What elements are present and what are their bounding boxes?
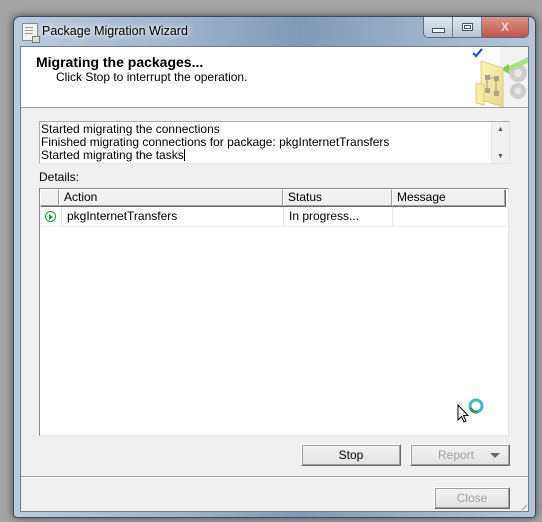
action-cell: pkgInternetTransfers (62, 207, 284, 226)
report-button[interactable]: Report (410, 444, 510, 466)
header-banner: Migrating the packages... Click Stop to … (21, 47, 528, 108)
column-header-status[interactable]: Status (283, 189, 392, 206)
window-title: Package Migration Wizard (42, 24, 188, 38)
chevron-down-icon (490, 453, 500, 458)
dialog-client: Migrating the packages... Click Stop to … (20, 46, 529, 512)
log-line: Started migrating the tasks (41, 149, 389, 162)
maximize-button[interactable] (453, 17, 482, 37)
progress-log-textbox[interactable]: Started migrating the connections Finish… (39, 121, 510, 164)
page-title: Migrating the packages... (36, 54, 204, 70)
caption-buttons: X (423, 17, 529, 38)
stop-button-label: Stop (338, 448, 364, 462)
scroll-down-arrow-icon[interactable]: ▼ (497, 153, 504, 160)
message-cell (393, 207, 505, 226)
wizard-window: Package Migration Wizard X Migrating the… (13, 16, 536, 518)
checkmark-icon (472, 48, 483, 58)
column-header-action[interactable]: Action (59, 189, 283, 206)
close-window-button[interactable]: X (482, 17, 528, 37)
log-line-text: Started migrating the tasks (41, 148, 184, 162)
maximize-icon (461, 23, 473, 31)
minimize-button[interactable] (424, 17, 453, 37)
details-grid[interactable]: Action Status Message pkgInternetTransfe… (39, 188, 509, 436)
wizard-package-gear-icon (472, 47, 528, 107)
status-cell: In progress... (284, 207, 393, 226)
document-icon (22, 23, 40, 43)
column-header-message[interactable]: Message (392, 189, 505, 206)
log-lines: Started migrating the connections Finish… (41, 123, 389, 162)
details-label: Details: (39, 170, 80, 184)
minimize-icon (431, 27, 445, 33)
scroll-up-arrow-icon[interactable]: ▲ (497, 126, 504, 133)
separator-line (21, 476, 528, 478)
title-bar[interactable]: Package Migration Wizard X (14, 17, 535, 46)
row-header-column (40, 189, 59, 206)
log-scrollbar[interactable]: ▲ ▼ (491, 122, 509, 163)
table-row[interactable]: pkgInternetTransfers In progress... (40, 207, 508, 227)
resize-grip-icon[interactable] (517, 500, 527, 510)
running-play-icon (45, 211, 56, 222)
text-caret (183, 149, 185, 161)
close-button[interactable]: Close (434, 487, 510, 509)
row-icon-cell (40, 207, 62, 226)
report-button-label: Report (437, 448, 475, 462)
grid-header: Action Status Message (40, 189, 508, 206)
stop-button[interactable]: Stop (301, 444, 401, 466)
close-icon: X (500, 20, 509, 34)
close-button-label: Close (456, 491, 488, 505)
page-subtitle: Click Stop to interrupt the operation. (56, 70, 248, 84)
busy-cursor-icon (457, 398, 484, 423)
